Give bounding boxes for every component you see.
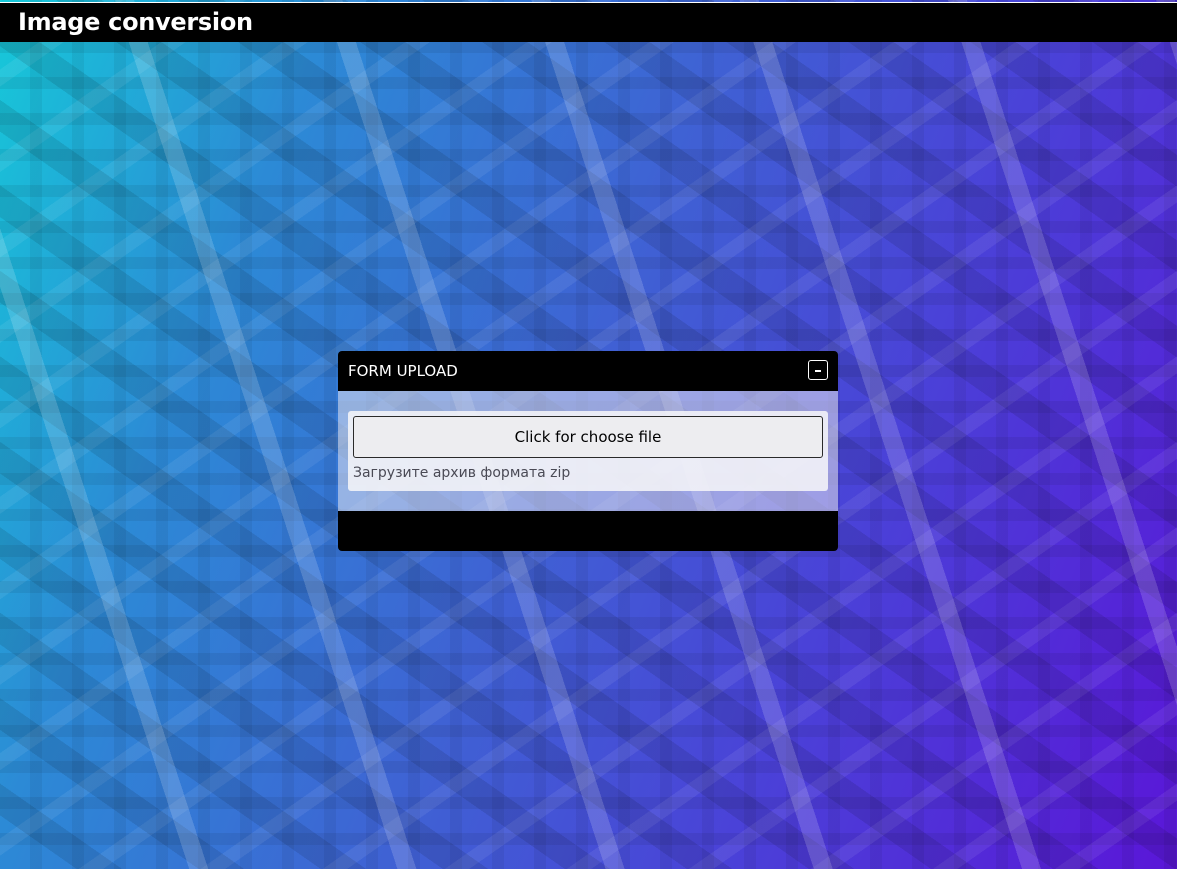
app-title: Image conversion bbox=[18, 8, 253, 36]
panel-header: FORM UPLOAD bbox=[338, 351, 838, 391]
upload-form: Click for choose file Загрузите архив фо… bbox=[348, 411, 828, 491]
form-upload-panel: FORM UPLOAD Click for choose file Загруз… bbox=[338, 351, 838, 551]
upload-hint: Загрузите архив формата zip bbox=[353, 465, 571, 481]
choose-file-button[interactable]: Click for choose file bbox=[353, 416, 823, 458]
top-bar: Image conversion bbox=[0, 2, 1177, 42]
minus-icon bbox=[815, 370, 821, 372]
panel-title: FORM UPLOAD bbox=[348, 362, 458, 380]
panel-footer bbox=[338, 511, 838, 551]
collapse-button[interactable] bbox=[808, 360, 828, 380]
panel-body: Click for choose file Загрузите архив фо… bbox=[338, 391, 838, 511]
